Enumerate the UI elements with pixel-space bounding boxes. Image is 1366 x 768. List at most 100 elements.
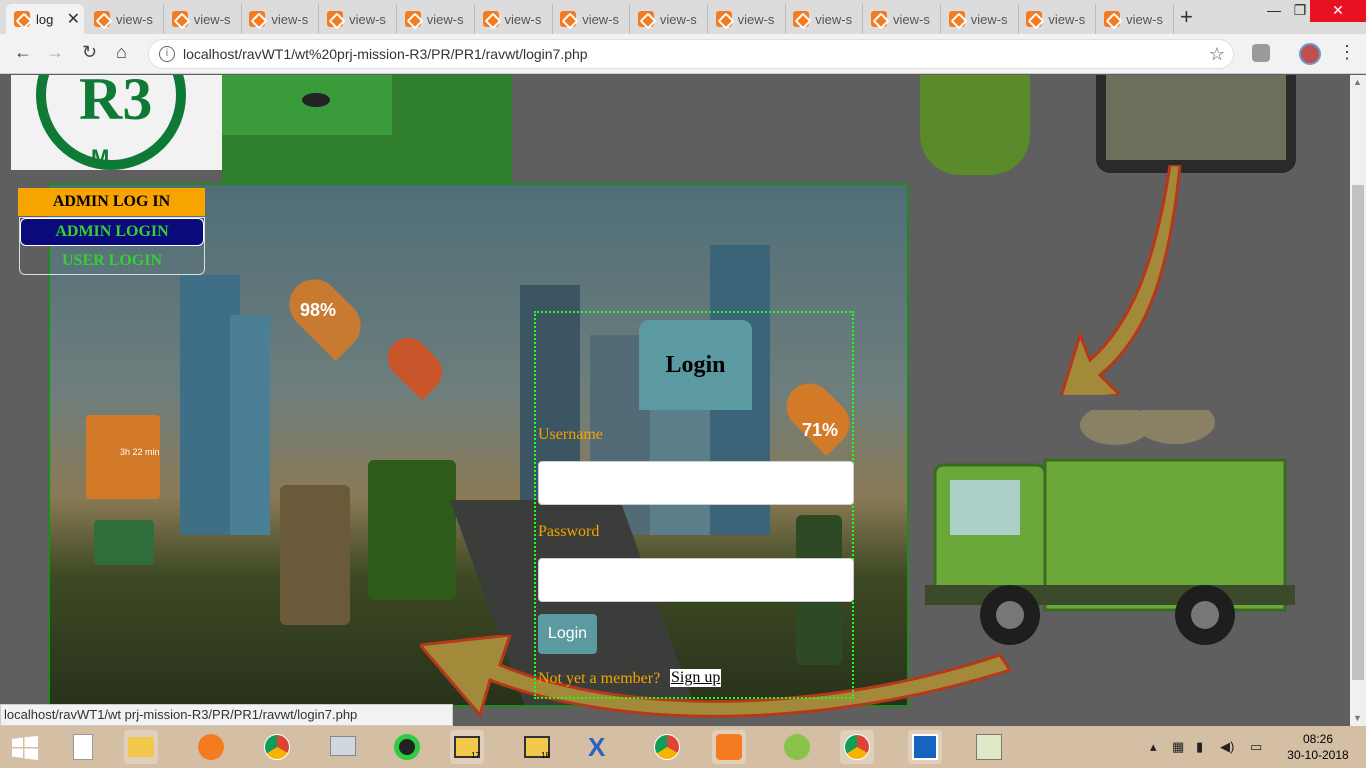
r3-logo: R3 M — [11, 75, 222, 170]
xampp-icon — [171, 11, 188, 27]
back-arrow-icon[interactable]: ← — [14, 42, 32, 63]
tab-title: view-s — [116, 11, 153, 27]
windows-start-icon[interactable] — [12, 736, 38, 760]
tab-title: view-s — [1126, 11, 1163, 27]
member-prompt: Not yet a member? — [538, 670, 661, 687]
scroll-up-arrow-icon[interactable]: ▲ — [1353, 77, 1362, 87]
browser-tab[interactable]: view-s — [708, 4, 786, 34]
curved-arrow-illustration — [1060, 165, 1182, 395]
scroll-thumb[interactable] — [1352, 185, 1364, 680]
xampp-icon — [249, 11, 266, 27]
tab-title: view-s — [893, 11, 930, 27]
xampp-icon — [793, 11, 810, 27]
tab-title: view-s — [271, 11, 309, 27]
xampp-icon — [94, 11, 110, 27]
chrome-icon[interactable] — [260, 730, 294, 764]
xampp-icon — [637, 11, 654, 27]
browser-tab[interactable]: view-s — [475, 4, 553, 34]
tablet-map-illustration — [1096, 75, 1296, 173]
extension-icon[interactable] — [1252, 44, 1270, 62]
tab-title: view-s — [582, 11, 620, 27]
browser-tab[interactable]: view-s — [1018, 4, 1097, 34]
login-title: Login — [639, 320, 752, 410]
tab-title: view-s — [659, 11, 697, 27]
home-icon[interactable]: ⌂ — [116, 42, 127, 63]
login-form: Login Username Password Login Not yet a … — [534, 311, 854, 699]
battery-icon[interactable]: ▮ — [1196, 739, 1203, 755]
browser-toolbar: ← → ↻ ⌂ i localhost/ravWT1/wt%20prj-miss… — [0, 34, 1366, 74]
clock-date: 30-10-2018 — [1287, 748, 1349, 762]
browser-tab[interactable]: view-s — [397, 4, 475, 34]
close-window-button[interactable]: ✕ — [1310, 0, 1366, 22]
xilinx-icon[interactable]: X — [584, 730, 618, 764]
paint-icon[interactable] — [972, 730, 1006, 764]
menu-kebab-icon[interactable]: ⋮ — [1338, 42, 1356, 63]
admin-login-link[interactable]: ADMIN LOGIN — [20, 218, 204, 246]
taskbar-clock[interactable]: 08:26 30-10-2018 — [1278, 731, 1358, 763]
browser-tab[interactable]: view-s — [319, 4, 398, 34]
browser-tab[interactable]: view-s — [241, 4, 320, 34]
browser-tab[interactable]: view-s — [630, 4, 708, 34]
xampp-icon — [560, 11, 577, 27]
sync-icon[interactable] — [390, 730, 424, 764]
browser-tab[interactable]: view-s — [86, 4, 164, 34]
new-tab-button[interactable]: + — [1180, 4, 1193, 30]
scroll-down-arrow-icon[interactable]: ▼ — [1353, 713, 1362, 723]
admin-login-header: ADMIN LOG IN — [18, 188, 205, 216]
close-tab-icon[interactable]: ✕ — [67, 9, 80, 29]
address-text: localhost/ravWT1/wt%20prj-mission-R3/PR/… — [183, 46, 588, 62]
xampp-icon — [482, 11, 499, 27]
timer-label: 3h 22 min — [120, 447, 160, 457]
xampp-icon — [871, 11, 887, 27]
address-bar[interactable]: i localhost/ravWT1/wt%20prj-mission-R3/P… — [148, 39, 1234, 69]
browser-tab[interactable]: view-s — [863, 4, 941, 34]
forward-arrow-icon[interactable]: → — [46, 42, 64, 63]
language-icon[interactable]: ▭ — [1250, 739, 1262, 755]
profile-avatar[interactable] — [1299, 43, 1321, 65]
xampp-taskbar-icon[interactable] — [712, 730, 746, 764]
reload-icon[interactable]: ↻ — [82, 42, 97, 63]
info-icon[interactable]: i — [159, 46, 175, 62]
show-hidden-icons-icon[interactable]: ▴ — [1150, 739, 1157, 755]
tab-title: view-s — [504, 11, 542, 27]
page-scrollbar[interactable]: ▲ ▼ — [1350, 75, 1366, 726]
browser-tab[interactable]: view-s — [164, 4, 242, 34]
tab-title: view-s — [426, 11, 464, 27]
percent-label-1: 98% — [300, 300, 337, 320]
tab-title: log — [36, 11, 54, 27]
browser-tab[interactable]: view-s — [785, 4, 864, 34]
file-icon[interactable] — [66, 730, 100, 764]
android-icon[interactable] — [780, 730, 814, 764]
signup-link[interactable]: Sign up — [670, 669, 722, 687]
username-label: Username — [538, 426, 603, 443]
file-explorer-icon[interactable] — [124, 730, 158, 764]
tab-strip: log ✕ view-s view-s view-s view-s view-s view… — [0, 0, 1366, 34]
browser-tab[interactable]: view-s — [552, 4, 631, 34]
user-login-link[interactable]: USER LOGIN — [20, 248, 204, 274]
monitor-icon[interactable] — [326, 730, 360, 764]
browser-tab[interactable]: view-s — [941, 4, 1019, 34]
xampp-icon — [1104, 11, 1121, 27]
network-icon[interactable]: ▦ — [1172, 739, 1184, 755]
browser-tab[interactable]: view-s — [1096, 4, 1175, 34]
chrome-active-icon[interactable] — [840, 730, 874, 764]
password-input[interactable] — [538, 558, 854, 602]
uc-browser-icon[interactable] — [194, 730, 228, 764]
photos-icon[interactable] — [908, 730, 942, 764]
labview-17-icon[interactable]: 17 — [450, 730, 484, 764]
xampp-icon — [715, 11, 732, 27]
tab-active[interactable]: log ✕ — [6, 4, 84, 34]
worker-illustration — [920, 75, 1030, 175]
xampp-icon — [948, 11, 965, 27]
windows-taskbar: 17 18 X ▴ ▦ ▮ ◀) ▭ 08:26 30-10-2018 — [0, 726, 1366, 768]
volume-icon[interactable]: ◀) — [1220, 739, 1234, 755]
clock-time: 08:26 — [1302, 732, 1334, 746]
labview-18-icon[interactable]: 18 — [520, 730, 554, 764]
login-button[interactable]: Login — [538, 614, 597, 654]
xampp-icon — [404, 11, 421, 27]
bookmark-star-icon[interactable]: ☆ — [1209, 44, 1225, 65]
page-viewport: R3 M 98% 71% 3h 22 min ADMIN LOG IN ADMI… — [0, 75, 1350, 726]
chrome-icon-2[interactable] — [650, 730, 684, 764]
username-input[interactable] — [538, 461, 854, 505]
login-type-menu: ADMIN LOGIN USER LOGIN — [19, 217, 205, 275]
